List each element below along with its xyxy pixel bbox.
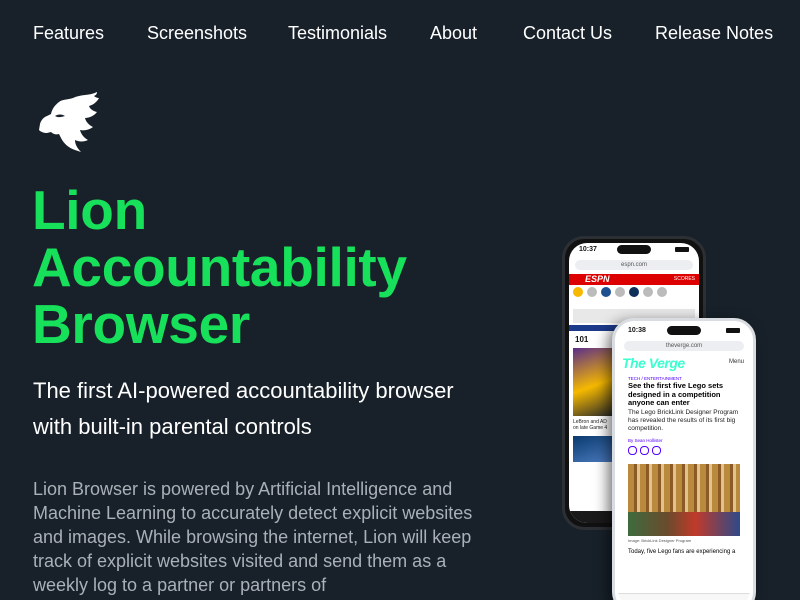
espn-logo: ESPN — [585, 274, 610, 284]
status-bar: 10:37 — [569, 243, 699, 257]
league-icon — [643, 287, 653, 297]
verge-logo: The Verge — [622, 355, 685, 371]
article-byline: By Sean Hollister — [628, 437, 663, 443]
hero-title-line-2: Accountability — [32, 236, 407, 298]
lion-head-logo-icon[interactable] — [37, 90, 105, 156]
hero-title-line-3: Browser — [32, 293, 250, 355]
battery-icon — [726, 328, 740, 333]
article-dek: The Lego BrickLink Designer Program has … — [628, 408, 739, 432]
nav-contact-us[interactable]: Contact Us — [523, 23, 612, 44]
hero-subtitle: The first AI-powered accountability brow… — [33, 378, 454, 439]
hero-title: Lion Accountability Browser — [32, 182, 502, 353]
league-icon — [657, 287, 667, 297]
browser-toolbar — [618, 593, 750, 600]
article-caption: LeBron and AD on late Game 4 — [573, 419, 608, 431]
article-headline: See the first five Lego sets designed in… — [628, 381, 724, 407]
nav-about[interactable]: About — [430, 23, 477, 44]
url-bar: theverge.com — [624, 341, 744, 351]
league-icon — [587, 287, 597, 297]
url-bar: espn.com — [575, 260, 693, 270]
league-icon — [629, 287, 639, 297]
nav-screenshots[interactable]: Screenshots — [147, 23, 247, 44]
hero-description: Lion Browser is powered by Artificial In… — [33, 479, 473, 595]
hero-title-line-1: Lion — [32, 179, 147, 241]
league-icons — [569, 285, 699, 307]
article-photo — [573, 348, 613, 416]
menu-button: Menu — [728, 359, 744, 365]
article-photo — [573, 436, 613, 462]
top-nav: Features Screenshots Testimonials About … — [0, 23, 800, 51]
league-icon — [601, 287, 611, 297]
nav-release-notes[interactable]: Release Notes — [655, 23, 773, 44]
dynamic-island — [667, 326, 701, 335]
share-icon — [628, 445, 637, 455]
phone-mockup-verge: 10:38 theverge.com The Verge Menu TECH /… — [612, 318, 756, 600]
league-icon — [615, 287, 625, 297]
status-time: 10:38 — [628, 327, 646, 334]
scores-link: SCORES — [673, 276, 695, 282]
verge-header: The Verge Menu — [618, 355, 750, 373]
league-icon — [573, 287, 583, 297]
status-time: 10:37 — [579, 246, 597, 253]
battery-icon — [675, 247, 689, 252]
share-icon — [652, 445, 661, 455]
espn-header: ESPN SCORES — [569, 274, 699, 285]
phone-screen: 10:38 theverge.com The Verge Menu TECH /… — [618, 324, 750, 600]
dynamic-island — [617, 245, 651, 254]
nav-testimonials[interactable]: Testimonials — [288, 23, 387, 44]
status-bar: 10:38 — [618, 324, 750, 338]
share-icons — [618, 443, 750, 458]
image-caption: Image: BrickLink Designer Program — [628, 537, 692, 543]
share-icon — [640, 445, 649, 455]
article-image — [628, 463, 740, 536]
article-body-preview: Today, five Lego fans are experiencing a — [628, 548, 736, 555]
nav-features[interactable]: Features — [33, 23, 104, 44]
page: Features Screenshots Testimonials About … — [0, 0, 800, 600]
